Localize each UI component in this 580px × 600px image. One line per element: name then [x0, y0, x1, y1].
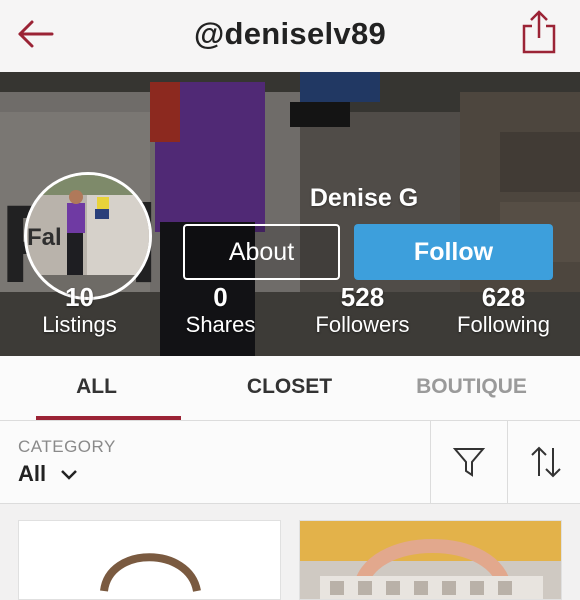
- profile-name: Denise G: [309, 184, 419, 212]
- stat-label: Following: [457, 312, 550, 337]
- stat-label: Shares: [185, 312, 256, 337]
- category-dropdown[interactable]: All: [18, 461, 78, 487]
- avatar[interactable]: Fal: [24, 172, 152, 300]
- stat-label: Listings: [42, 312, 117, 337]
- filter-bar: CATEGORY All: [0, 421, 580, 504]
- avatar-photo: Fal: [27, 175, 149, 297]
- stat-shares[interactable]: 0 Shares: [148, 282, 293, 338]
- category-value: All: [18, 461, 47, 486]
- listing-photo: [19, 521, 280, 599]
- closet-tabs: ALL CLOSET BOUTIQUE: [0, 356, 580, 421]
- stat-following[interactable]: 628 Following: [431, 282, 576, 338]
- chevron-down-icon: [61, 470, 78, 480]
- filter-button[interactable]: [430, 421, 507, 503]
- stat-label: Followers: [315, 312, 410, 337]
- tab-closet[interactable]: CLOSET: [193, 356, 386, 420]
- stat-followers[interactable]: 528 Followers: [290, 282, 435, 338]
- sort-button[interactable]: [507, 421, 580, 503]
- stat-value: 528: [340, 282, 385, 312]
- listing-photo: [300, 521, 561, 599]
- profile-cover: Fall Fal Denise G About Follow 10 Listin…: [0, 72, 580, 356]
- category-label: CATEGORY: [18, 437, 116, 456]
- listing-grid: [0, 504, 580, 600]
- svg-text:Fal: Fal: [27, 224, 62, 251]
- follow-button[interactable]: Follow: [354, 224, 553, 280]
- tab-boutique[interactable]: BOUTIQUE: [375, 356, 568, 420]
- stat-value: 628: [481, 282, 526, 312]
- filter-icon: [452, 448, 486, 477]
- tab-all[interactable]: ALL: [0, 356, 193, 420]
- top-bar: @deniselv89: [0, 0, 580, 73]
- stat-value: 0: [213, 282, 228, 312]
- stat-value: 10: [65, 282, 94, 312]
- listing-card[interactable]: [299, 520, 562, 600]
- share-icon[interactable]: [518, 8, 560, 56]
- listing-card[interactable]: [18, 520, 281, 600]
- sort-icon: [531, 446, 561, 478]
- stat-listings[interactable]: 10 Listings: [7, 282, 152, 338]
- page-title: @deniselv89: [193, 16, 387, 51]
- about-button[interactable]: About: [183, 224, 340, 280]
